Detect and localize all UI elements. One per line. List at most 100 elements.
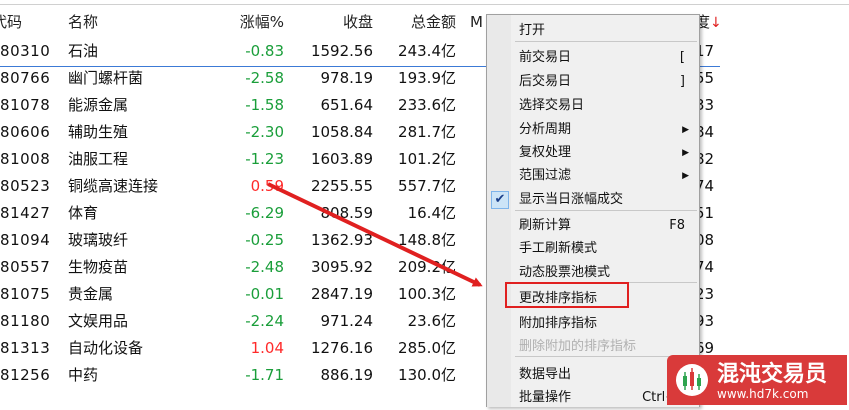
menu-item[interactable]: 打开 [487,19,699,43]
table-row[interactable]: 880310石油-0.831592.56243.4亿17 [0,38,849,64]
row-change: -2.58 [245,69,284,87]
row-name: 石油 [68,42,99,60]
menu-item-label: 范围过滤 [519,168,572,183]
submenu-arrow-icon: ▶ [682,148,689,158]
header-name[interactable]: 名称 [68,10,98,34]
row-change: -1.71 [245,366,284,384]
highlight-box [505,282,629,308]
row-amount: 16.4亿 [407,204,456,222]
sort-desc-icon: ↓ [710,15,722,31]
menu-item-label: 分析周期 [519,122,572,137]
row-change: 1.04 [250,339,284,357]
menu-item-shortcut: [ [679,50,685,65]
row-code: 880557 [0,258,51,276]
menu-item-label: 附加排序指标 [519,316,598,331]
header-code[interactable]: 代码 [0,10,58,34]
row-amount: 100.3亿 [398,285,456,303]
row-close: 808.59 [320,204,374,222]
row-name: 辅助生殖 [68,123,129,141]
watermark-logo: 混沌交易员 www.hd7k.com [667,355,847,405]
table-row[interactable]: 880606辅助生殖-2.301058.84281.7亿84 [0,119,849,145]
header-close[interactable]: 收盘 [300,10,373,34]
row-code: 880310 [0,42,51,60]
table-row[interactable]: 880766幽门螺杆菌-2.58978.19193.9亿55 [0,65,849,91]
menu-item[interactable]: 刷新计算 F8 [487,214,699,238]
table-row[interactable]: 881008油服工程-1.231603.89101.2亿82 [0,146,849,172]
menu-item[interactable]: 选择交易日 [487,94,699,118]
menu-item[interactable]: 后交易日] [487,70,699,94]
menu-item-shortcut: ] [679,74,685,89]
menu-item-label: 打开 [519,23,546,38]
menu-item[interactable]: 分析周期 ▶ [487,118,699,142]
row-amount: 130.0亿 [398,366,456,384]
row-close: 1058.84 [310,123,373,141]
menu-item[interactable]: ✔ 显示当日涨幅成交 [487,188,699,212]
row-name: 幽门螺杆菌 [68,69,144,87]
row-name: 中药 [68,366,99,384]
header-top-rule [0,4,849,5]
header-hidden-col[interactable]: M [470,10,483,34]
context-menu: 打开 前交易日 [后交易日] 选择交易日 分析周期 ▶ 复权处理 ▶ 范围过滤 ▶ ✔ 显示当日涨幅成… [486,14,700,407]
row-change: 0.59 [250,177,284,195]
menu-item-label: 批量操作 [519,390,572,405]
submenu-arrow-icon: ▶ [682,125,689,135]
row-amount: 193.9亿 [398,69,456,87]
menu-item[interactable]: 手工刷新模式 [487,237,699,261]
row-amount: 243.4亿 [398,42,456,60]
header-amount[interactable]: 总金额 [385,10,456,34]
table-row[interactable]: 880557生物疫苗-2.483095.92209.2亿74 [0,254,849,280]
menu-item-label: 选择交易日 [519,98,585,113]
stock-table: 代码 名称 涨幅% 收盘 总金额 M 度↓ 880310石油-0.831592.… [0,0,849,406]
menu-item-label: 后交易日 [519,74,572,89]
row-amount: 148.8亿 [398,231,456,249]
menu-item[interactable]: 复权处理 ▶ [487,141,699,165]
row-change: -2.48 [245,258,284,276]
header-change[interactable]: 涨幅% [212,10,284,34]
row-close: 978.19 [320,69,374,87]
menu-item[interactable]: 范围过滤 ▶ [487,164,699,188]
menu-item[interactable]: 前交易日 [ [487,46,699,70]
watermark-url: www.hd7k.com [717,387,809,401]
row-code: 881180 [0,312,51,330]
candlestick-icon [676,364,708,396]
table-row[interactable]: 881075贵金属-0.012847.19100.3亿23 [0,281,849,307]
menu-item-label: 复权处理 [519,145,572,160]
checkmark-icon: ✔ [491,191,509,209]
menu-item[interactable]: 附加排序指标 [487,312,699,336]
row-close: 2847.19 [310,285,373,303]
row-change: -2.30 [245,123,284,141]
row-code: 881094 [0,231,51,249]
row-name: 贵金属 [68,285,114,303]
row-code: 881008 [0,150,51,168]
row-close: 1592.56 [310,42,373,60]
row-amount: 209.2亿 [398,258,456,276]
submenu-arrow-icon: ▶ [682,171,689,181]
table-row[interactable]: 881094玻璃玻纤-0.251362.93148.8亿08 [0,227,849,253]
menu-item-label: 数据导出 [519,367,572,382]
row-amount: 101.2亿 [398,150,456,168]
row-name: 铜缆高速连接 [68,177,159,195]
table-row[interactable]: 881427体育-6.29808.5916.4亿51 [0,200,849,226]
row-close: 971.24 [320,312,374,330]
row-close: 2255.55 [310,177,373,195]
table-row[interactable]: 880523铜缆高速连接0.592255.55557.7亿74 [0,173,849,199]
row-close: 1603.89 [310,150,373,168]
row-name: 油服工程 [68,150,129,168]
row-change: -0.83 [245,42,284,60]
menu-item-label: 删除附加的排序指标 [519,339,637,354]
row-change: -6.29 [245,204,284,222]
row-close: 651.64 [320,96,374,114]
row-code: 880766 [0,69,51,87]
row-code: 881256 [0,366,51,384]
table-row[interactable]: 881180文娱用品-2.24971.2423.6亿93 [0,308,849,334]
row-amount: 557.7亿 [398,177,456,195]
row-change: -0.25 [245,231,284,249]
menu-item-label: 刷新计算 [519,218,572,233]
table-row[interactable]: 881078能源金属-1.58651.64233.6亿33 [0,92,849,118]
menu-item-label: 显示当日涨幅成交 [519,192,624,207]
watermark-title: 混沌交易员 [717,362,828,387]
row-name: 玻璃玻纤 [68,231,129,249]
row-change: -1.58 [245,96,284,114]
row-name: 生物疫苗 [68,258,129,276]
row-close: 3095.92 [310,258,373,276]
